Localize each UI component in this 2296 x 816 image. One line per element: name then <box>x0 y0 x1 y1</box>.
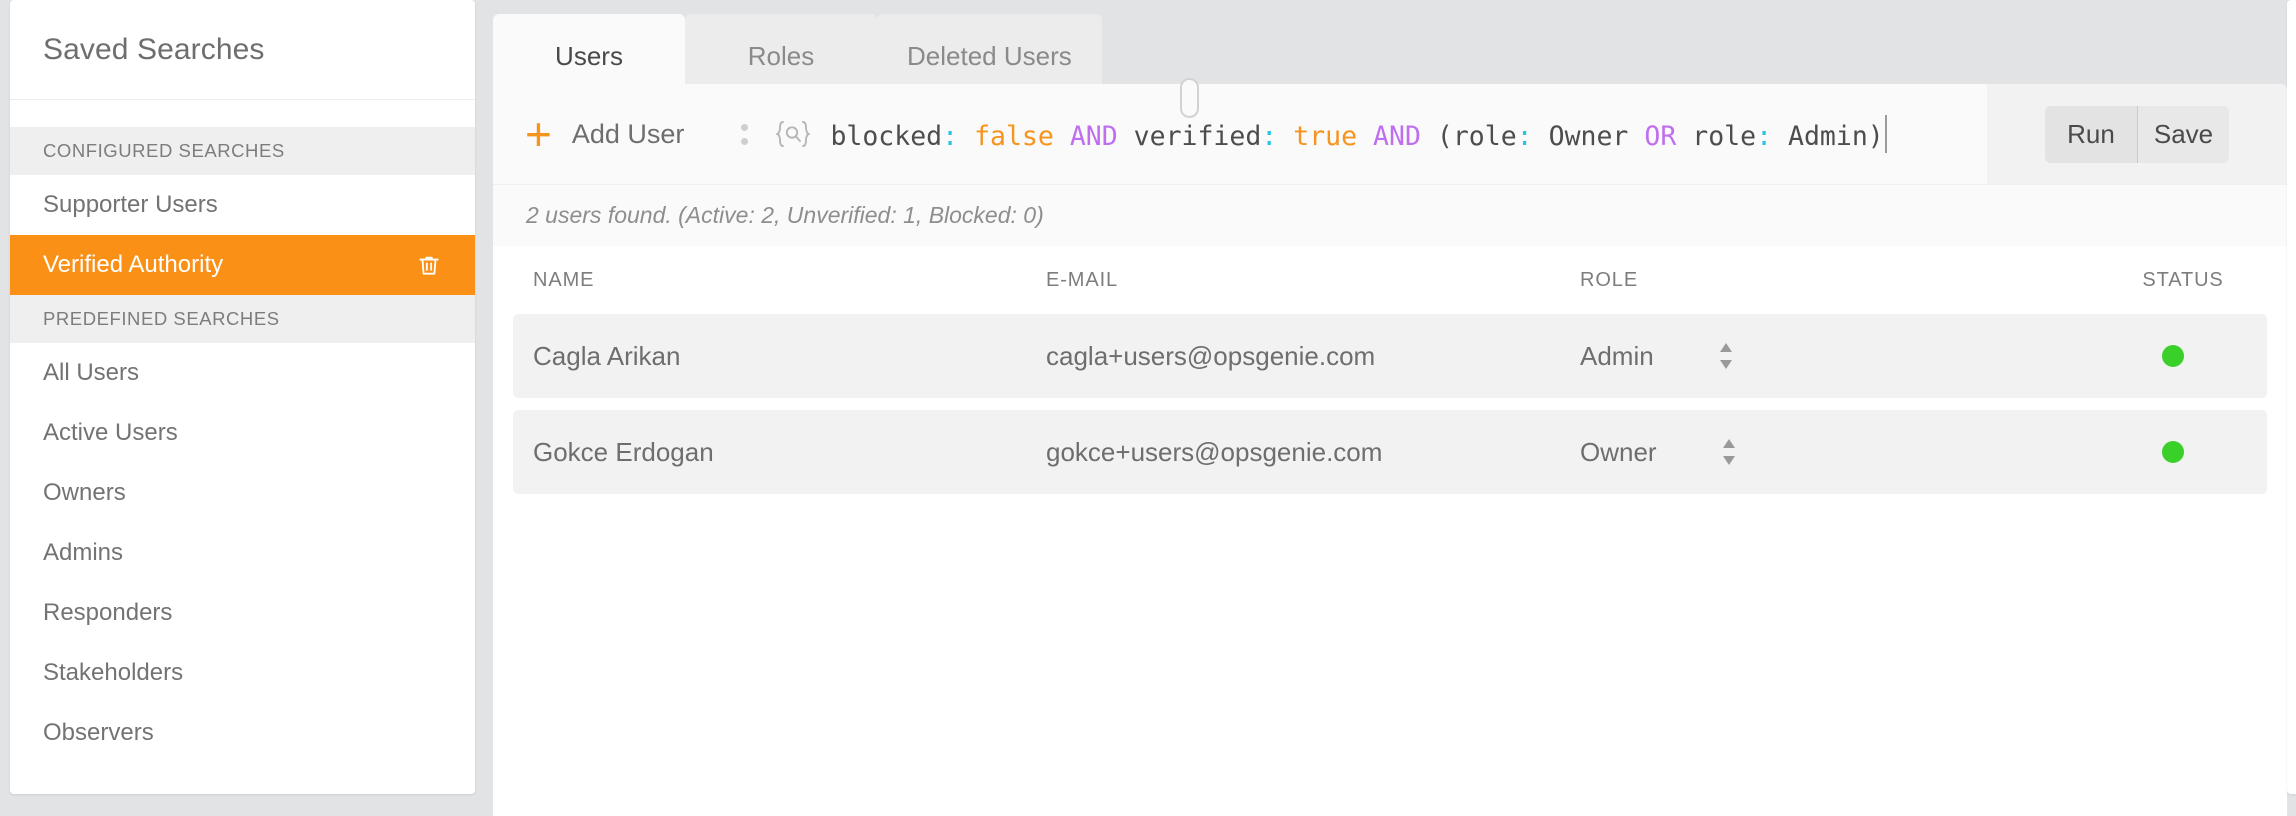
table-row[interactable]: Cagla Arikan cagla+users@opsgenie.com Ad… <box>513 314 2267 398</box>
query-braces-search-icon <box>770 114 816 154</box>
sidebar-item-label: Observers <box>43 719 154 746</box>
table-header-row: NAME E-MAIL ROLE STATUS <box>493 246 2287 314</box>
plus-icon: + <box>525 107 552 160</box>
query-resize-handle[interactable] <box>1180 78 1200 118</box>
query-actions: Run Save <box>1987 84 2287 184</box>
cell-name: Cagla Arikan <box>533 340 681 371</box>
table-row[interactable]: Gokce Erdogan gokce+users@opsgenie.com O… <box>513 410 2267 494</box>
cell-email: gokce+users@opsgenie.com <box>1046 436 1383 467</box>
saved-searches-sidebar: Saved Searches CONFIGURED SEARCHES Suppo… <box>10 0 475 794</box>
cell-name: Gokce Erdogan <box>533 436 714 467</box>
cell-role[interactable]: Owner <box>1580 437 2100 468</box>
drag-dots-icon[interactable] <box>741 123 749 145</box>
run-button[interactable]: Run <box>2045 105 2137 163</box>
result-summary-text: 2 users found. (Active: 2, Unverified: 1… <box>526 202 1044 228</box>
sidebar-item-label: Admins <box>43 539 124 566</box>
main-panel: Users Roles Deleted Users + Add User blo… <box>493 0 2287 816</box>
cell-role[interactable]: Admin <box>1580 341 2100 372</box>
run-save-button-group: Run Save <box>2045 105 2229 163</box>
sidebar-spacer <box>10 100 475 127</box>
column-header-role: ROLE <box>1580 268 1639 291</box>
sidebar-item-admins[interactable]: Admins <box>10 523 475 583</box>
column-header-email: E-MAIL <box>1046 268 1119 291</box>
role-value: Owner <box>1580 436 1657 467</box>
sidebar-item-all-users[interactable]: All Users <box>10 343 475 403</box>
users-table: NAME E-MAIL ROLE STATUS Cagla Arikan cag… <box>493 246 2287 816</box>
add-user-label: Add User <box>571 118 685 149</box>
tab-label: Roles <box>747 40 815 71</box>
status-badge <box>2162 441 2184 463</box>
sidebar-item-observers[interactable]: Observers <box>10 703 475 763</box>
query-input[interactable]: blocked: false AND verified: true AND (r… <box>830 78 1987 184</box>
result-summary-strip: 2 users found. (Active: 2, Unverified: 1… <box>493 184 2287 246</box>
cell-email: cagla+users@opsgenie.com <box>1046 340 1376 371</box>
save-button[interactable]: Save <box>2137 105 2229 163</box>
sidebar-item-label: Stakeholders <box>43 659 184 686</box>
role-stepper-icon[interactable] <box>1718 341 1734 371</box>
sidebar-item-owners[interactable]: Owners <box>10 463 475 523</box>
query-text: blocked: false AND verified: true AND (r… <box>830 115 1887 153</box>
right-edge-panel <box>2287 0 2296 794</box>
sidebar-item-label: Responders <box>43 599 173 626</box>
sidebar-item-label: All Users <box>43 359 140 386</box>
sidebar-item-label: Active Users <box>43 419 178 446</box>
app-root: Saved Searches CONFIGURED SEARCHES Suppo… <box>0 0 2296 816</box>
trash-icon[interactable] <box>416 252 442 278</box>
column-header-status: STATUS <box>2142 268 2224 291</box>
sidebar-item-supporter-users[interactable]: Supporter Users <box>10 175 475 235</box>
sidebar-section-predefined: PREDEFINED SEARCHES <box>10 295 475 343</box>
sidebar-item-active-users[interactable]: Active Users <box>10 403 475 463</box>
sidebar-item-verified-authority[interactable]: Verified Authority <box>10 235 475 295</box>
sidebar-section-configured: CONFIGURED SEARCHES <box>10 127 475 175</box>
role-stepper-icon[interactable] <box>1721 437 1737 467</box>
sidebar-item-stakeholders[interactable]: Stakeholders <box>10 643 475 703</box>
sidebar-title: Saved Searches <box>10 0 475 100</box>
query-toolbar: + Add User blocked: false AND verified: … <box>493 78 2287 184</box>
status-badge <box>2162 345 2184 367</box>
cell-status <box>2100 441 2246 463</box>
cell-status <box>2100 345 2246 367</box>
sidebar-item-label: Supporter Users <box>43 191 218 218</box>
sidebar-item-responders[interactable]: Responders <box>10 583 475 643</box>
tab-label: Users <box>555 40 623 71</box>
tab-label: Deleted Users <box>907 40 1072 71</box>
add-user-button[interactable]: + Add User <box>493 107 685 160</box>
sidebar-item-label: Verified Authority <box>43 251 224 278</box>
column-header-name: NAME <box>533 268 595 291</box>
sidebar-item-label: Owners <box>43 479 126 506</box>
role-value: Admin <box>1580 340 1654 371</box>
